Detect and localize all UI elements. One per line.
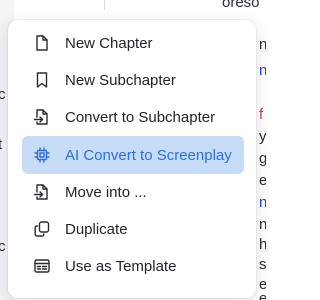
menu-item-new-chapter[interactable]: New Chapter: [22, 24, 244, 62]
menu-item-move-into[interactable]: Move into ...: [22, 173, 244, 211]
menu-item-duplicate[interactable]: Duplicate: [22, 210, 244, 248]
bg-right-text-fragment: g: [259, 150, 266, 167]
bg-right-text-fragment: e: [259, 172, 266, 189]
bg-left-text-fragment: c: [0, 238, 6, 255]
bookmark-icon: [33, 71, 51, 89]
bg-right-text-fragment: f: [259, 106, 264, 123]
menu-item-label: Convert to Subchapter: [65, 108, 216, 126]
bg-right-text-fragment: n: [259, 194, 266, 211]
chapter-context-menu: New Chapter New Subchapter Convert to Su…: [8, 20, 256, 298]
duplicate-icon: [33, 220, 51, 238]
menu-item-label: New Subchapter: [65, 71, 176, 89]
menu-item-new-subchapter[interactable]: New Subchapter: [22, 61, 244, 99]
template-icon: [33, 257, 51, 275]
file-convert-icon: [33, 108, 51, 126]
bg-right-text-fragment: n: [259, 36, 266, 53]
menu-item-ai-convert-to-screenplay[interactable]: AI Convert to Screenplay: [22, 136, 244, 174]
bg-right-text-fragment: y: [259, 128, 266, 145]
bg-right-text-fragment: oreso: [222, 0, 260, 11]
bg-right-text-fragment: e: [259, 290, 266, 300]
bg-right-text-fragment: h: [259, 236, 266, 253]
bg-left-text-fragment: c: [0, 86, 6, 103]
bg-right-text-fragment: n: [259, 62, 266, 79]
menu-item-label: Use as Template: [65, 257, 177, 275]
bg-left-text-fragment: t: [0, 136, 3, 153]
menu-item-label: New Chapter: [65, 34, 153, 52]
menu-item-label: AI Convert to Screenplay: [65, 146, 232, 164]
bg-right-text-fragment: n: [259, 216, 266, 233]
bg-right-text-fragment: s: [259, 256, 266, 273]
file-move-icon: [33, 183, 51, 201]
menu-item-convert-to-subchapter[interactable]: Convert to Subchapter: [22, 98, 244, 136]
menu-item-use-as-template[interactable]: Use as Template: [22, 247, 244, 285]
panel-divider: [104, 0, 105, 10]
file-icon: [33, 34, 51, 52]
cpu-chip-icon: [33, 146, 51, 164]
menu-item-label: Duplicate: [65, 220, 128, 238]
menu-item-label: Move into ...: [65, 183, 147, 201]
